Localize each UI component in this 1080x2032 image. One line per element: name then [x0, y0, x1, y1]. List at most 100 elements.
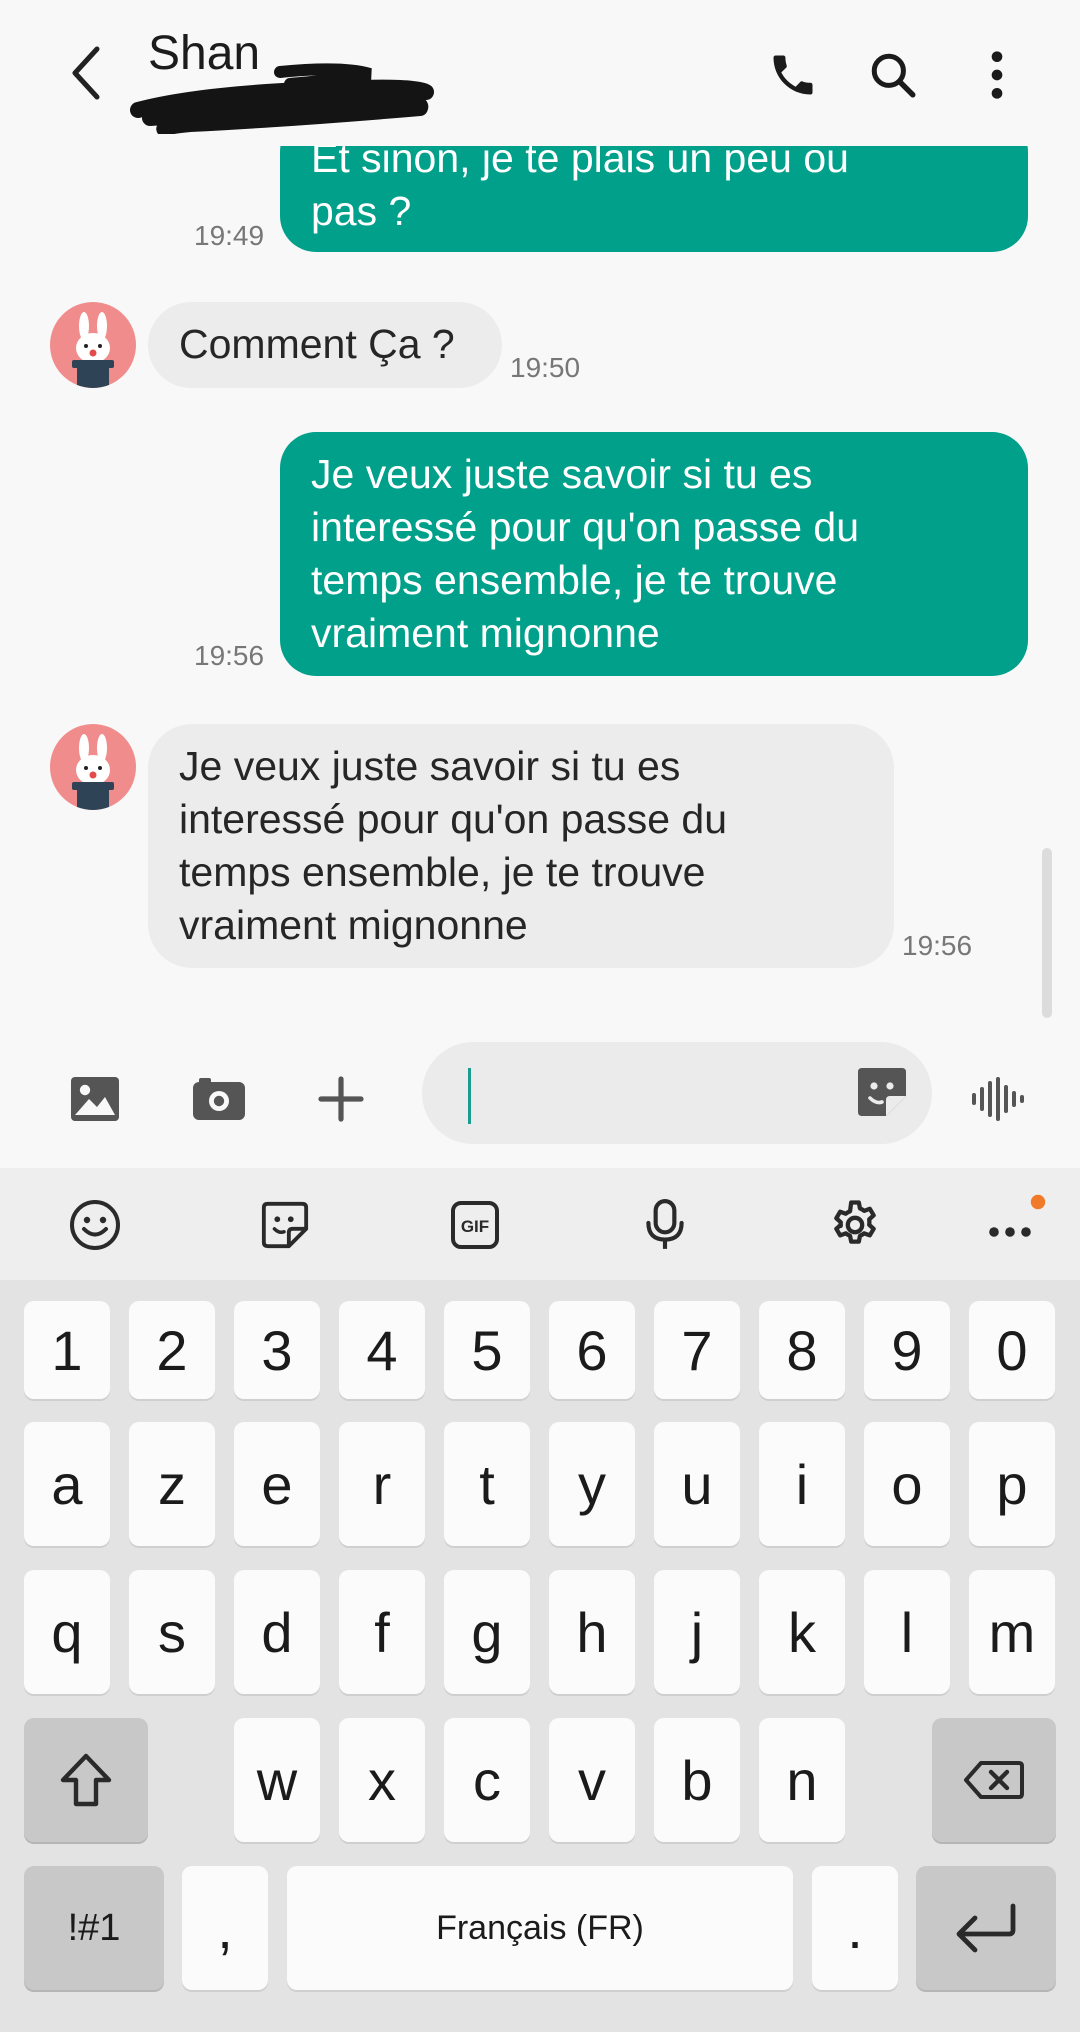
gif-label: GIF — [461, 1217, 489, 1236]
key-z[interactable]: z — [129, 1422, 215, 1546]
sticker-keyboard-button[interactable] — [250, 1192, 320, 1258]
message-line: Je veux juste savoir si tu es — [179, 743, 681, 789]
symbols-key[interactable]: !#1 — [24, 1866, 164, 1990]
redaction-scribble — [130, 63, 434, 134]
more-vertical-icon — [991, 51, 1003, 99]
voice-input-button[interactable] — [630, 1192, 700, 1258]
camera-button[interactable] — [186, 1066, 252, 1132]
avatar[interactable] — [50, 724, 136, 810]
gif-icon: GIF — [451, 1201, 499, 1249]
key-q[interactable]: q — [24, 1570, 110, 1694]
outgoing-message[interactable]: Et sinon, je te plais un peu ou pas ? — [280, 146, 1028, 252]
message-line: Comment Ça ? — [179, 321, 455, 367]
key-4[interactable]: 4 — [339, 1301, 425, 1399]
message-line: Je veux juste savoir si tu es — [311, 451, 813, 497]
space-key[interactable]: Français (FR) — [287, 1866, 793, 1990]
backspace-key[interactable] — [932, 1718, 1056, 1842]
sticker-icon — [858, 1068, 906, 1116]
message-line: pas ? — [311, 188, 412, 234]
add-attachment-button[interactable] — [308, 1066, 374, 1132]
message-list[interactable]: Et sinon, je te plais un peu ou pas ? 19… — [0, 146, 1080, 1026]
emoji-button[interactable] — [60, 1192, 130, 1258]
sticker-icon — [261, 1201, 309, 1249]
comma-key[interactable]: , — [182, 1866, 268, 1990]
key-w[interactable]: w — [234, 1718, 320, 1842]
camera-icon — [193, 1078, 245, 1120]
period-key[interactable]: . — [812, 1866, 898, 1990]
message-line: vraiment mignonne — [311, 610, 660, 656]
message-line: temps ensemble, je te trouve — [311, 557, 838, 603]
message-input[interactable] — [422, 1042, 932, 1144]
key-1[interactable]: 1 — [24, 1301, 110, 1399]
shift-key[interactable] — [24, 1718, 148, 1842]
outgoing-message[interactable]: Je veux juste savoir si tu es interessé … — [280, 432, 1028, 676]
key-c[interactable]: c — [444, 1718, 530, 1842]
key-k[interactable]: k — [759, 1570, 845, 1694]
key-6[interactable]: 6 — [549, 1301, 635, 1399]
plus-icon — [318, 1076, 364, 1122]
key-o[interactable]: o — [864, 1422, 950, 1546]
incoming-message[interactable]: Je veux juste savoir si tu es interessé … — [148, 724, 894, 968]
key-b[interactable]: b — [654, 1718, 740, 1842]
key-g[interactable]: g — [444, 1570, 530, 1694]
key-f[interactable]: f — [339, 1570, 425, 1694]
key-7[interactable]: 7 — [654, 1301, 740, 1399]
more-horizontal-icon — [989, 1194, 1046, 1237]
scrollbar[interactable] — [1042, 848, 1052, 1018]
microphone-icon — [646, 1199, 684, 1249]
enter-key[interactable] — [916, 1866, 1056, 1990]
avatar[interactable] — [50, 302, 136, 388]
back-button[interactable] — [56, 40, 116, 106]
key-8[interactable]: 8 — [759, 1301, 845, 1399]
enter-icon — [956, 1903, 1016, 1953]
key-m[interactable]: m — [969, 1570, 1055, 1694]
key-9[interactable]: 9 — [864, 1301, 950, 1399]
gallery-button[interactable] — [62, 1066, 128, 1132]
key-r[interactable]: r — [339, 1422, 425, 1546]
toolbar-more-button[interactable] — [980, 1192, 1050, 1258]
key-j[interactable]: j — [654, 1570, 740, 1694]
message-line: interessé pour qu'on passe du — [179, 796, 728, 842]
search-button[interactable] — [858, 40, 928, 110]
key-l[interactable]: l — [864, 1570, 950, 1694]
message-time: 19:56 — [902, 930, 973, 961]
key-a[interactable]: a — [24, 1422, 110, 1546]
message-line: Et sinon, je te plais un peu ou — [311, 146, 849, 181]
key-s[interactable]: s — [129, 1570, 215, 1694]
phone-icon — [773, 55, 813, 95]
shift-icon — [60, 1753, 112, 1807]
key-v[interactable]: v — [549, 1718, 635, 1842]
key-0[interactable]: 0 — [969, 1301, 1055, 1399]
more-options-button[interactable] — [962, 40, 1032, 110]
keyboard: 1 2 3 4 5 6 7 8 9 0 a z e r t y u i o p … — [0, 1280, 1080, 2032]
conversation-header: Shan — [0, 0, 1080, 146]
key-3[interactable]: 3 — [234, 1301, 320, 1399]
key-5[interactable]: 5 — [444, 1301, 530, 1399]
sticker-button[interactable] — [854, 1064, 910, 1120]
key-h[interactable]: h — [549, 1570, 635, 1694]
incoming-message[interactable]: Comment Ça ? — [148, 302, 502, 388]
key-y[interactable]: y — [549, 1422, 635, 1546]
key-i[interactable]: i — [759, 1422, 845, 1546]
message-line: temps ensemble, je te trouve — [179, 849, 706, 895]
keyboard-settings-button[interactable] — [820, 1192, 890, 1258]
key-e[interactable]: e — [234, 1422, 320, 1546]
gallery-icon — [71, 1077, 119, 1121]
backspace-icon — [964, 1761, 1024, 1799]
settings-icon — [834, 1200, 876, 1244]
voice-icon — [972, 1077, 1024, 1121]
call-button[interactable] — [758, 40, 828, 110]
key-u[interactable]: u — [654, 1422, 740, 1546]
message-time: 19:49 — [194, 220, 265, 251]
key-d[interactable]: d — [234, 1570, 320, 1694]
voice-record-button[interactable] — [964, 1066, 1030, 1132]
key-t[interactable]: t — [444, 1422, 530, 1546]
key-2[interactable]: 2 — [129, 1301, 215, 1399]
message-composer — [0, 1026, 1080, 1168]
back-arrow-icon — [72, 46, 100, 100]
key-p[interactable]: p — [969, 1422, 1055, 1546]
notification-dot — [1030, 1194, 1046, 1210]
key-n[interactable]: n — [759, 1718, 845, 1842]
key-x[interactable]: x — [339, 1718, 425, 1842]
gif-button[interactable]: GIF — [440, 1192, 510, 1258]
